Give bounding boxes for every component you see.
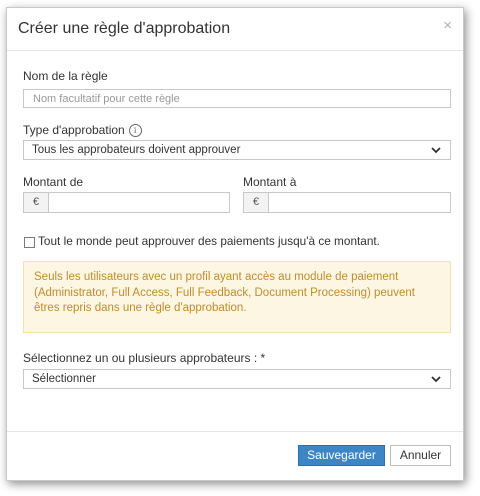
amount-from-field[interactable]: € xyxy=(23,192,230,213)
approval-type-label: Type d'approbation i xyxy=(23,123,142,137)
payment-module-warning: Seuls les utilisateurs avec un profil ay… xyxy=(23,261,451,333)
create-approval-rule-modal: Créer une règle d'approbation × Nom de l… xyxy=(6,7,464,481)
cancel-button[interactable]: Annuler xyxy=(390,445,451,466)
rule-name-placeholder: Nom facultatif pour cette règle xyxy=(33,93,180,105)
approvers-select[interactable]: Sélectionner xyxy=(23,369,451,389)
euro-currency-addon: € xyxy=(244,193,269,212)
approvers-label: Sélectionnez un ou plusieurs approbateur… xyxy=(23,351,266,365)
chevron-down-icon xyxy=(431,376,441,383)
everyone-can-approve-label: Tout le monde peut approuver des paiemen… xyxy=(38,234,380,248)
amount-from-label: Montant de xyxy=(23,175,84,189)
amount-to-field[interactable]: € xyxy=(243,192,451,213)
rule-name-input[interactable]: Nom facultatif pour cette règle xyxy=(23,89,451,108)
amount-to-label: Montant à xyxy=(243,175,297,189)
close-icon[interactable]: × xyxy=(443,17,452,34)
modal-title: Créer une règle d'approbation xyxy=(18,20,231,37)
warning-text: Seuls les utilisateurs avec un profil ay… xyxy=(34,271,415,314)
info-icon[interactable]: i xyxy=(128,124,142,137)
approval-type-select[interactable]: Tous les approbateurs doivent approuver xyxy=(23,140,451,160)
approval-type-label-text: Type d'approbation xyxy=(23,123,125,137)
chevron-down-icon xyxy=(431,147,441,154)
modal-header: Créer une règle d'approbation × xyxy=(7,8,463,51)
modal-footer-divider xyxy=(7,431,463,432)
everyone-can-approve-checkbox[interactable] xyxy=(24,237,35,248)
euro-currency-addon: € xyxy=(24,193,49,212)
rule-name-label: Nom de la règle xyxy=(23,69,108,83)
approvers-placeholder: Sélectionner xyxy=(32,373,96,385)
save-button[interactable]: Sauvegarder xyxy=(298,445,385,466)
approval-type-value: Tous les approbateurs doivent approuver xyxy=(32,144,241,156)
